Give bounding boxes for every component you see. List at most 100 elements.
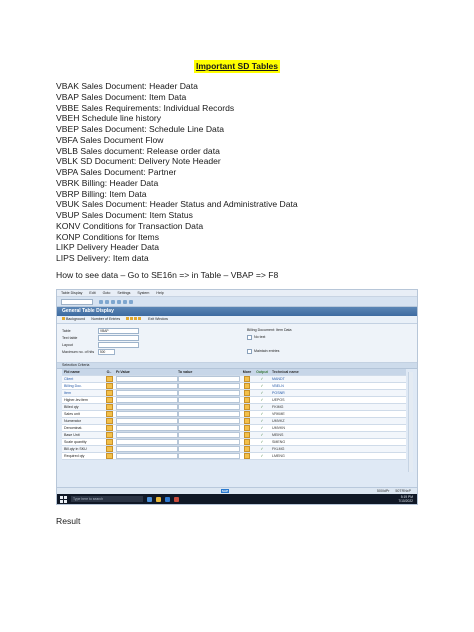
maintain-entries-checkbox[interactable] [247,349,252,354]
taskview-icon[interactable] [147,496,152,502]
menu-item[interactable]: System [137,291,149,296]
menu-item[interactable]: Settings [117,291,130,296]
to-value-input[interactable] [178,411,240,417]
number-of-entries-button[interactable]: Number of Entries [91,317,120,322]
command-field[interactable] [61,298,93,305]
output-checkbox[interactable]: ✓ [254,405,270,410]
from-value-input[interactable] [116,397,178,403]
tool-icon[interactable] [126,317,130,321]
output-checkbox[interactable]: ✓ [254,384,270,389]
background-button[interactable]: Background [62,317,85,322]
from-value-input[interactable] [116,383,178,389]
from-value-input[interactable] [116,390,178,396]
menu-item[interactable]: Table Display [61,291,82,296]
list-item: VBUK Sales Document: Header Status and A… [56,199,298,210]
option-button[interactable] [104,376,114,382]
exit-window-button[interactable]: Exit Window [148,317,168,322]
to-value-input[interactable] [178,453,240,459]
menu-item[interactable]: Help [156,291,163,296]
option-button[interactable] [104,418,114,424]
find-icon[interactable] [129,299,133,304]
to-value-input[interactable] [178,404,240,410]
windows-start-icon[interactable] [60,495,67,503]
to-value-input[interactable] [178,383,240,389]
field-name: Billed qty [64,404,79,409]
output-checkbox[interactable]: ✓ [254,412,270,417]
output-checkbox[interactable]: ✓ [254,398,270,403]
taskbar-search-input[interactable]: Type here to search [71,496,143,502]
print-icon[interactable] [123,299,127,304]
from-value-input[interactable] [116,376,178,382]
output-checkbox[interactable]: ✓ [254,391,270,396]
menu-item[interactable]: Edit [89,291,95,296]
more-button[interactable] [240,390,254,396]
output-checkbox[interactable]: ✓ [254,419,270,424]
option-button[interactable] [104,425,114,431]
more-button[interactable] [240,383,254,389]
option-button[interactable] [104,404,114,410]
browser-icon[interactable] [174,496,179,502]
table-input[interactable]: VBAP [98,328,139,334]
output-checkbox[interactable]: ✓ [254,447,270,452]
more-button[interactable] [240,439,254,445]
from-value-input[interactable] [116,453,178,459]
to-value-input[interactable] [178,376,240,382]
more-button[interactable] [240,397,254,403]
more-button[interactable] [240,446,254,452]
text-table-label: Text table [62,335,78,340]
no-text-checkbox[interactable] [247,335,252,340]
option-button[interactable] [104,383,114,389]
to-value-input[interactable] [178,397,240,403]
save-icon[interactable] [99,299,103,304]
sap-logon-icon[interactable] [165,496,170,502]
layout-input[interactable] [98,342,139,348]
more-button[interactable] [240,418,254,424]
output-checkbox[interactable]: ✓ [254,377,270,382]
from-value-input[interactable] [116,404,178,410]
max-hits-input[interactable]: 500 [98,349,115,355]
from-value-input[interactable] [116,425,178,431]
option-button[interactable] [104,453,114,459]
text-table-input[interactable] [98,335,139,341]
output-checkbox[interactable]: ✓ [254,440,270,445]
to-value-input[interactable] [178,446,240,452]
output-checkbox[interactable]: ✓ [254,454,270,459]
exit-icon[interactable] [111,299,115,304]
more-button[interactable] [240,404,254,410]
option-button[interactable] [104,439,114,445]
tool-icon[interactable] [134,317,138,321]
from-value-input[interactable] [116,432,178,438]
more-button[interactable] [240,453,254,459]
col-header: Technical name [272,369,299,374]
file-explorer-icon[interactable] [156,496,161,502]
from-value-input[interactable] [116,439,178,445]
more-button[interactable] [240,411,254,417]
option-button[interactable] [104,446,114,452]
from-value-input[interactable] [116,411,178,417]
output-checkbox[interactable]: ✓ [254,433,270,438]
from-value-input[interactable] [116,446,178,452]
to-value-input[interactable] [178,390,240,396]
option-button[interactable] [104,397,114,403]
option-button[interactable] [104,390,114,396]
tool-icon[interactable] [130,317,134,321]
grid-scrollbar[interactable] [408,372,413,472]
to-value-input[interactable] [178,432,240,438]
to-value-input[interactable] [178,439,240,445]
taskbar-clock[interactable]: 5:19 PM 7/10/2022 [398,495,413,503]
more-button[interactable] [240,432,254,438]
tool-icon[interactable] [138,317,142,321]
from-value-cell [114,432,178,438]
to-value-input[interactable] [178,418,240,424]
option-button[interactable] [104,411,114,417]
cancel-icon[interactable] [117,299,121,304]
output-checkbox[interactable]: ✓ [254,426,270,431]
to-value-input[interactable] [178,425,240,431]
back-icon[interactable] [105,299,109,304]
more-button[interactable] [240,425,254,431]
from-value-input[interactable] [116,418,178,424]
option-button[interactable] [104,432,114,438]
list-item: KONV Conditions for Transaction Data [56,220,204,231]
more-button[interactable] [240,376,254,382]
menu-item[interactable]: Goto [103,291,111,296]
